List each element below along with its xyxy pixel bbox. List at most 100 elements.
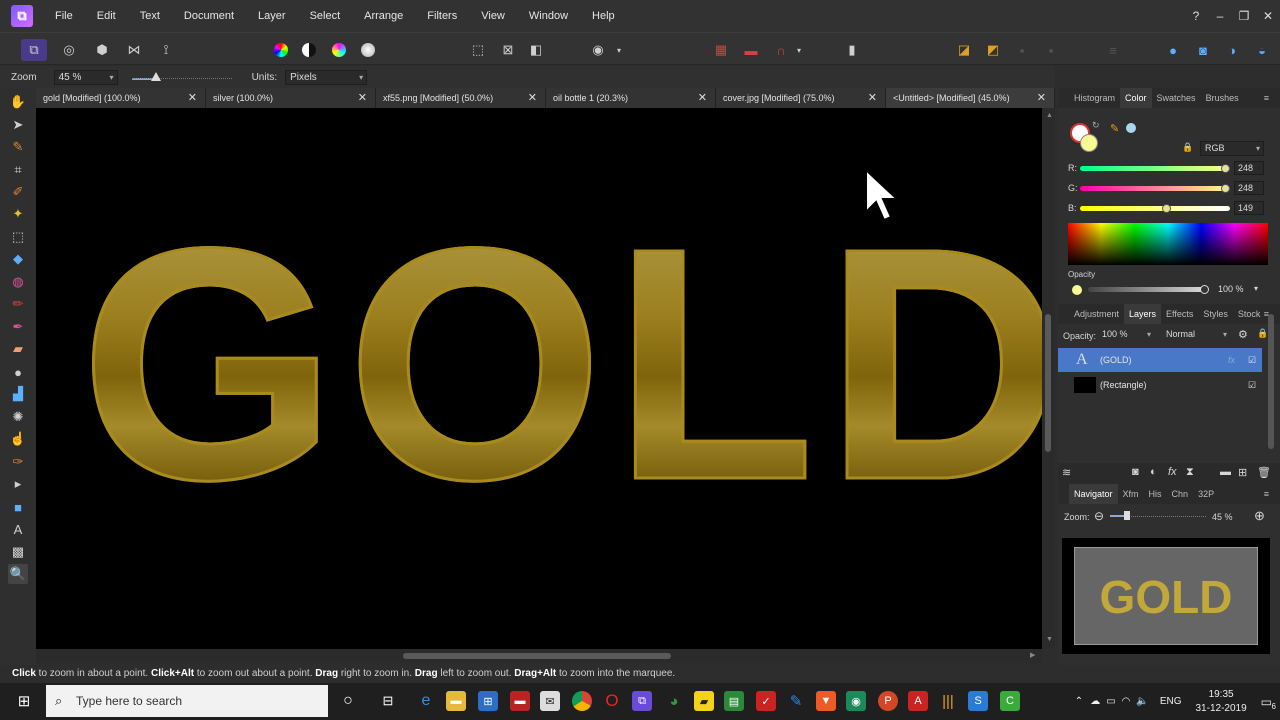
boolean-intersect-icon[interactable]: ◑ bbox=[1221, 39, 1243, 61]
tab-history[interactable]: His bbox=[1144, 489, 1167, 499]
arrange-back-icon[interactable]: ◪ bbox=[953, 39, 975, 61]
green-value[interactable]: 248 bbox=[1234, 181, 1264, 195]
tab-gold[interactable]: gold [Modified] (100.0%) ✕ bbox=[36, 88, 206, 108]
flood-fill-icon[interactable]: ◆ bbox=[8, 249, 28, 269]
assistant-icon[interactable]: ▮ bbox=[841, 39, 863, 61]
store-icon[interactable]: ⊞ bbox=[478, 691, 498, 711]
folder-icon[interactable]: ▬ bbox=[1220, 466, 1231, 478]
vertical-scrollbar[interactable]: ▲ ▼ bbox=[1042, 108, 1055, 649]
onedrive-icon[interactable]: ☁ bbox=[1087, 696, 1103, 707]
volume-icon[interactable]: 🔈 bbox=[1133, 696, 1151, 707]
rectangle-tool-icon[interactable]: ■ bbox=[8, 497, 28, 517]
scroll-right-icon[interactable]: ▶ bbox=[1030, 651, 1035, 659]
show-hidden-icons-icon[interactable]: ⌃ bbox=[1071, 696, 1087, 707]
wifi-icon[interactable]: ◠ bbox=[1119, 696, 1134, 707]
photo-persona-icon[interactable]: ⧉ bbox=[21, 39, 47, 61]
node-tool-icon[interactable]: ▸ bbox=[8, 474, 28, 494]
marquee-select-icon[interactable]: ⬚ bbox=[467, 39, 489, 61]
text-tool-icon[interactable]: A bbox=[8, 519, 28, 539]
boolean-xor-icon[interactable]: ◒ bbox=[1251, 39, 1273, 61]
arrange-front-icon[interactable]: ◩ bbox=[982, 39, 1004, 61]
navigator-zoom-handle[interactable] bbox=[1124, 511, 1130, 520]
blue-value[interactable]: 149 bbox=[1234, 201, 1264, 215]
quick-mask-icon[interactable]: ◉ bbox=[587, 39, 609, 61]
navigator-zoom-slider[interactable] bbox=[1110, 511, 1206, 520]
deselect-icon[interactable]: ⊠ bbox=[497, 39, 519, 61]
dodge-brush-icon[interactable]: ● bbox=[8, 362, 28, 382]
tone-mapping-persona-icon[interactable]: ⋈ bbox=[123, 39, 145, 61]
mask-icon[interactable]: ◙ bbox=[1132, 466, 1139, 478]
menu-edit[interactable]: Edit bbox=[85, 10, 128, 22]
app-icon[interactable]: C bbox=[1000, 691, 1020, 711]
zoom-slider-handle[interactable] bbox=[150, 71, 161, 81]
tab-xf55[interactable]: xf55.png [Modified] (50.0%) ✕ bbox=[376, 88, 546, 108]
eyedropper-icon[interactable]: ✎ bbox=[1110, 122, 1119, 135]
document-canvas[interactable]: GOLD bbox=[36, 108, 1042, 649]
close-tab-icon[interactable]: ✕ bbox=[528, 88, 537, 108]
inpainting-brush-icon[interactable]: ✺ bbox=[8, 407, 28, 427]
selection-brush-icon[interactable]: ✐ bbox=[8, 182, 28, 202]
menu-window[interactable]: Window bbox=[517, 10, 580, 22]
tab-oil-bottle[interactable]: oil bottle 1 (20.3%) ✕ bbox=[546, 88, 716, 108]
menu-file[interactable]: File bbox=[43, 10, 85, 22]
close-tab-icon[interactable]: ✕ bbox=[698, 88, 707, 108]
edge-browser-icon[interactable]: e bbox=[416, 691, 436, 711]
color-spectrum[interactable] bbox=[1068, 223, 1268, 265]
menu-arrange[interactable]: Arrange bbox=[352, 10, 415, 22]
opacity-slider-handle[interactable] bbox=[1200, 285, 1209, 294]
menu-layer[interactable]: Layer bbox=[246, 10, 298, 22]
opacity-slider[interactable] bbox=[1088, 285, 1209, 294]
green-slider-handle[interactable] bbox=[1220, 184, 1230, 193]
menu-select[interactable]: Select bbox=[298, 10, 353, 22]
taskbar-search[interactable]: ⌕ Type here to search bbox=[46, 685, 328, 717]
tab-color[interactable]: Color bbox=[1120, 88, 1152, 108]
app-icon[interactable]: ◕ bbox=[664, 691, 684, 711]
gear-icon[interactable]: ⚙ bbox=[1238, 328, 1248, 341]
red-slider-handle[interactable] bbox=[1220, 164, 1230, 173]
task-view-icon[interactable]: ⊟ bbox=[378, 691, 398, 711]
white-balance-icon[interactable] bbox=[357, 39, 379, 61]
pen-tool-icon[interactable]: ✑ bbox=[8, 452, 28, 472]
grid-icon[interactable]: ▦ bbox=[710, 39, 732, 61]
scroll-down-icon[interactable]: ▼ bbox=[1046, 636, 1053, 643]
app-icon[interactable]: ◉ bbox=[846, 691, 866, 711]
boolean-add-icon[interactable]: ● bbox=[1162, 39, 1184, 61]
layer-name[interactable]: (GOLD) bbox=[1100, 348, 1132, 372]
windows-start-icon[interactable]: ⊞ bbox=[14, 691, 34, 711]
gradient-tool-icon[interactable]: ◍ bbox=[8, 272, 28, 292]
tab-layers[interactable]: Layers bbox=[1124, 304, 1162, 324]
adjustment-icon[interactable]: ◐ bbox=[1150, 466, 1157, 478]
navigator-preview[interactable]: GOLD bbox=[1062, 538, 1270, 654]
chevron-down-icon[interactable]: ▾ bbox=[608, 39, 630, 61]
tab-styles[interactable]: Styles bbox=[1198, 309, 1233, 319]
horizontal-scrollbar[interactable]: ▶ bbox=[36, 649, 1042, 663]
zoom-slider[interactable] bbox=[131, 70, 232, 85]
fx-icon[interactable]: fx bbox=[1228, 348, 1235, 372]
zoom-in-icon[interactable]: ⊕ bbox=[1254, 508, 1265, 524]
zoom-out-icon[interactable]: ⊖ bbox=[1094, 509, 1104, 523]
tab-silver[interactable]: silver (100.0%) ✕ bbox=[206, 88, 376, 108]
language-indicator[interactable]: ENG bbox=[1152, 696, 1190, 707]
layer-name[interactable]: (Rectangle) bbox=[1100, 373, 1147, 397]
layer-stack-icon[interactable]: ≋ bbox=[1062, 466, 1071, 479]
restore-button[interactable]: ❐ bbox=[1232, 9, 1256, 23]
app-icon[interactable]: ||| bbox=[938, 691, 958, 711]
app-icon[interactable]: S bbox=[968, 691, 988, 711]
tab-32p[interactable]: 32P bbox=[1193, 489, 1219, 499]
menu-help[interactable]: Help bbox=[580, 10, 627, 22]
horizontal-scroll-thumb[interactable] bbox=[403, 653, 671, 659]
minimize-button[interactable]: – bbox=[1208, 9, 1232, 23]
tab-cover[interactable]: cover.jpg [Modified] (75.0%) ✕ bbox=[716, 88, 886, 108]
align-icon[interactable]: ≡ bbox=[1102, 39, 1124, 61]
boolean-subtract-icon[interactable]: ◙ bbox=[1192, 39, 1214, 61]
cortana-icon[interactable]: ○ bbox=[338, 691, 358, 711]
battery-icon[interactable]: ▭ bbox=[1103, 696, 1118, 707]
red-value[interactable]: 248 bbox=[1234, 161, 1264, 175]
swap-colors-icon[interactable]: ↻ bbox=[1092, 120, 1100, 131]
tab-effects[interactable]: Effects bbox=[1161, 309, 1198, 319]
lock-icon[interactable]: 🔒 bbox=[1182, 142, 1193, 153]
crop-tool-icon[interactable]: ⌗ bbox=[8, 160, 28, 180]
erase-brush-icon[interactable]: ▰ bbox=[8, 339, 28, 359]
live-filter-icon[interactable]: ⧗ bbox=[1186, 466, 1194, 479]
red-slider[interactable] bbox=[1080, 164, 1230, 173]
